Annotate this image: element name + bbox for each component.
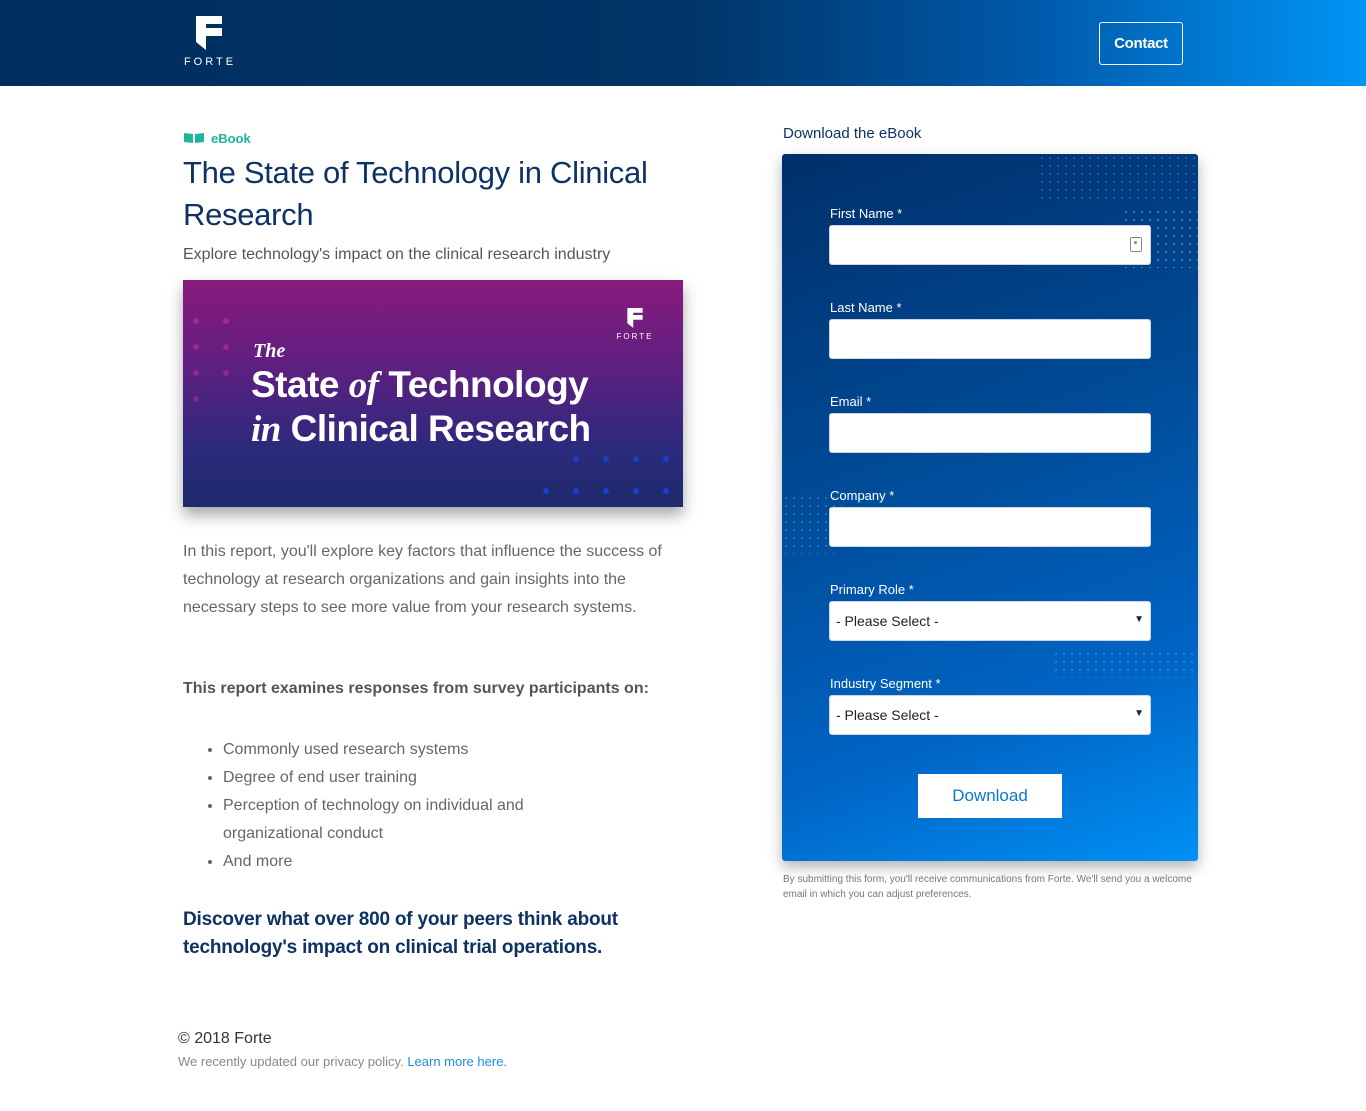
last-name-input[interactable] (829, 319, 1151, 359)
email-input[interactable] (829, 413, 1151, 453)
cover-dot (193, 396, 199, 402)
page-subtitle: Explore technology's impact on the clini… (183, 246, 611, 263)
dropdown-arrow-icon: ▼ (1134, 708, 1144, 719)
discover-callout: Discover what over 800 of your peers thi… (183, 909, 618, 958)
cover-word-state: State (251, 364, 349, 405)
download-form: First Name * Last Name * Email * Company… (782, 154, 1198, 861)
cover-dot (573, 456, 579, 462)
cover-word-technology: Technology (378, 364, 589, 405)
examines-heading: This report examines responses from surv… (183, 680, 649, 697)
download-button[interactable]: Download (918, 774, 1062, 818)
cover-logo-mark-icon (627, 308, 643, 328)
industry-segment-label: Industry Segment * (830, 676, 941, 691)
list-item: Commonly used research systems (223, 736, 623, 764)
cover-word-clinical-research: Clinical Research (280, 408, 591, 449)
cover-word-in: in (251, 409, 281, 450)
privacy-policy-link[interactable]: Learn more here. (407, 1054, 507, 1069)
footer-copyright: © 2018 Forte (178, 1030, 272, 1047)
ebook-tag: eBook (183, 128, 693, 148)
forte-logo-mark-icon (196, 16, 222, 50)
last-name-label: Last Name * (830, 300, 902, 315)
primary-role-select[interactable]: - Please Select - ▼ (829, 601, 1151, 641)
first-name-input[interactable] (829, 225, 1151, 265)
cover-dot (193, 318, 199, 324)
content-column: eBook The State of Technology in Clinica… (183, 128, 693, 958)
cover-word-of: of (348, 365, 379, 406)
cover-dot (663, 488, 669, 494)
company-input[interactable] (829, 507, 1151, 547)
cover-logo-text: FORTE (616, 332, 654, 341)
cover-dot (663, 456, 669, 462)
intro-paragraph: In this report, you'll explore key facto… (183, 543, 662, 616)
footer-policy: We recently updated our privacy policy. … (178, 1054, 507, 1069)
form-dot-pattern (1052, 650, 1198, 678)
cover-dot (223, 318, 229, 324)
cover-title-the: The (253, 340, 286, 362)
first-name-label: First Name * (830, 206, 903, 221)
logo-wordmark: FORTE (183, 56, 237, 68)
open-book-icon (183, 132, 205, 144)
primary-role-value: - Please Select - (836, 613, 939, 629)
industry-segment-value: - Please Select - (836, 707, 939, 723)
page-title: The State of Technology in Clinical Rese… (183, 155, 648, 232)
ebook-tag-label: eBook (211, 130, 251, 146)
cover-dot (573, 488, 579, 494)
form-dot-pattern (1038, 154, 1198, 200)
cover-dot (223, 370, 229, 376)
email-label: Email * (830, 394, 872, 409)
cover-dot (543, 488, 549, 494)
dropdown-arrow-icon: ▼ (1134, 614, 1144, 625)
primary-role-label: Primary Role * (830, 582, 914, 597)
cover-dot (603, 488, 609, 494)
policy-text: We recently updated our privacy policy. (178, 1054, 404, 1069)
forte-logo[interactable]: FORTE (180, 16, 240, 72)
cover-title-line1: State of Technology (251, 364, 589, 407)
ebook-cover-image: FORTE The State of Technology in Clinica… (183, 280, 683, 507)
cover-dot (603, 456, 609, 462)
cover-logo: FORTE (615, 308, 655, 341)
site-header: FORTE Contact (0, 0, 1366, 86)
cover-dot (223, 344, 229, 350)
form-disclaimer: By submitting this form, you'll receive … (783, 874, 1192, 900)
topics-list: Commonly used research systems Degree of… (223, 736, 623, 876)
list-item: Degree of end user training (223, 764, 623, 792)
list-item: Perception of technology on individual a… (223, 792, 623, 848)
form-title: Download the eBook (783, 125, 922, 142)
cover-dot (633, 456, 639, 462)
company-label: Company * (830, 488, 895, 503)
cover-dot (193, 344, 199, 350)
contact-button[interactable]: Contact (1099, 22, 1183, 65)
cover-dot (193, 370, 199, 376)
cover-title-line2: in Clinical Research (251, 408, 591, 451)
industry-segment-select[interactable]: - Please Select - ▼ (829, 695, 1151, 735)
list-item: And more (223, 848, 623, 876)
contact-card-icon[interactable] (1130, 237, 1142, 252)
cover-dot (633, 488, 639, 494)
